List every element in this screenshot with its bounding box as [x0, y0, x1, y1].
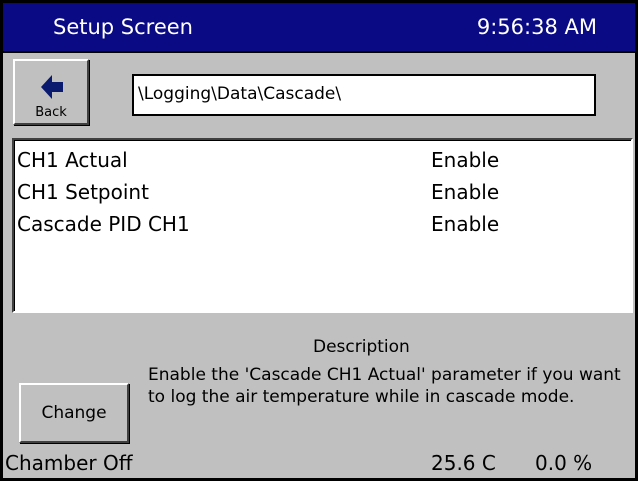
title-bar: Setup Screen 9:56:38 AM [3, 3, 635, 53]
parameter-state: Enable [431, 148, 500, 172]
parameter-name: Cascade PID CH1 [17, 212, 190, 236]
parameter-state: Enable [431, 212, 500, 236]
parameter-state: Enable [431, 180, 500, 204]
output-readout: 0.0 % [535, 451, 593, 475]
description-text: Enable the 'Cascade CH1 Actual' paramete… [148, 365, 621, 407]
list-item[interactable]: CH1 Actual Enable [17, 144, 627, 176]
temperature-readout: 25.6 C [431, 451, 496, 475]
list-item[interactable]: Cascade PID CH1 Enable [17, 208, 627, 240]
list-item[interactable]: CH1 Setpoint Enable [17, 176, 627, 208]
clock: 9:56:38 AM [476, 15, 597, 39]
chamber-status: Chamber Off [5, 451, 133, 475]
setup-screen: Setup Screen 9:56:38 AM Back \Logging\Da… [0, 0, 638, 481]
description-heading: Description [313, 337, 410, 357]
screen-title: Setup Screen [53, 15, 193, 39]
change-button[interactable]: Change [19, 383, 129, 443]
path-field: \Logging\Data\Cascade\ [132, 74, 596, 116]
back-button[interactable]: Back [13, 59, 89, 125]
parameter-name: CH1 Setpoint [17, 180, 149, 204]
left-arrow-icon [41, 75, 63, 99]
parameter-name: CH1 Actual [17, 148, 128, 172]
back-label: Back [35, 105, 67, 120]
parameter-list[interactable]: CH1 Actual Enable CH1 Setpoint Enable Ca… [12, 138, 633, 313]
